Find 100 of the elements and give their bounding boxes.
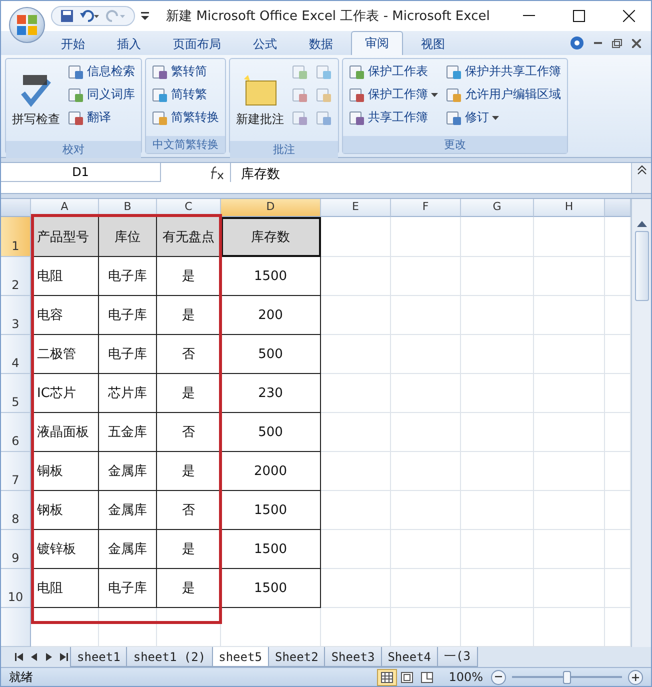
row-header[interactable]: 1	[1, 217, 31, 258]
ribbon-large-button[interactable]: 拼写检查	[10, 61, 62, 139]
ribbon-button[interactable]: 保护工作簿	[347, 84, 440, 105]
sheet-tab[interactable]: sheet5	[212, 647, 269, 668]
maximize-icon[interactable]	[573, 10, 585, 22]
first-sheet-icon[interactable]	[14, 653, 22, 662]
ribbon-button[interactable]: 繁转简	[150, 61, 221, 82]
ribbon-tab[interactable]: 开始	[47, 33, 99, 55]
ribbon-icon	[446, 110, 462, 126]
sheet-tab[interactable]: Sheet4	[380, 647, 438, 668]
zoom-out-button[interactable]	[491, 670, 506, 685]
row-header[interactable]: 9	[1, 530, 31, 570]
row-header[interactable]: 10	[1, 569, 31, 608]
sheet-tab[interactable]: sheet1 (2)	[126, 647, 213, 668]
save-icon[interactable]	[60, 9, 74, 23]
last-sheet-icon[interactable]	[60, 653, 68, 662]
sheet-tab[interactable]: 一(3	[437, 647, 478, 668]
empty-cell	[391, 257, 461, 296]
column-header[interactable]: H	[534, 199, 605, 218]
table-cell: 五金库	[99, 413, 157, 452]
ribbon-tab[interactable]: 视图	[407, 33, 459, 55]
empty-cell	[534, 217, 605, 258]
ribbon-button[interactable]: 修订	[444, 107, 563, 128]
table-cell: 2000	[221, 452, 321, 492]
row-header[interactable]: 5	[1, 374, 31, 414]
table-cell: 库位	[99, 217, 157, 258]
sheet-tab[interactable]: Sheet2	[268, 647, 326, 668]
sheet-tab[interactable]: sheet1	[70, 647, 128, 668]
ribbon-icon	[446, 64, 462, 80]
close-icon[interactable]	[632, 38, 641, 48]
ribbon-button[interactable]: 翻译	[66, 107, 137, 128]
ribbon-icon	[316, 86, 332, 102]
empty-cell	[534, 530, 605, 570]
empty-cell	[534, 374, 605, 414]
ribbon-icon	[152, 86, 168, 102]
empty-cell	[534, 335, 605, 374]
formula-field[interactable]: 库存数	[231, 163, 631, 194]
sheet-tab[interactable]: Sheet3	[324, 647, 382, 668]
ribbon-icon	[152, 110, 168, 126]
zoom-level: 100%	[448, 670, 483, 684]
table-cell: 镀锌板	[31, 530, 99, 570]
empty-cell	[391, 530, 461, 570]
group-label: 批注	[230, 141, 338, 158]
ribbon-icon	[292, 64, 308, 80]
empty-cell	[534, 491, 605, 530]
zoom-slider-thumb[interactable]	[563, 670, 571, 684]
row-header[interactable]: 2	[1, 257, 31, 296]
restore-icon[interactable]	[612, 38, 622, 48]
previous-sheet-icon[interactable]	[30, 653, 36, 662]
collapse-icon[interactable]	[636, 165, 646, 175]
office-logo-icon	[16, 14, 38, 36]
row-header[interactable]: 4	[1, 335, 31, 374]
customize-toolbar-icon[interactable]	[141, 11, 149, 21]
ribbon-tab[interactable]: 页面布局	[159, 33, 235, 55]
ribbon-button[interactable]: 信息检索	[66, 61, 137, 82]
row-header[interactable]: 3	[1, 296, 31, 336]
ribbon-button[interactable]: 允许用户编辑区域	[444, 84, 563, 105]
ribbon-button[interactable]: 简转繁	[150, 84, 221, 105]
zoom-in-button[interactable]	[628, 670, 643, 685]
next-sheet-icon[interactable]	[46, 653, 52, 662]
row-header[interactable]: 8	[1, 491, 31, 530]
column-header[interactable]: D	[221, 199, 321, 218]
table-cell: 电子库	[99, 257, 157, 296]
ribbon-button[interactable]: 简繁转换	[150, 107, 221, 128]
undo-icon[interactable]	[80, 9, 100, 23]
empty-cell	[391, 296, 461, 336]
table-cell: 电子库	[99, 569, 157, 608]
ribbon-button[interactable]: 保护工作表	[347, 61, 440, 82]
scroll-up-icon[interactable]	[636, 221, 646, 228]
ribbon-icon	[292, 110, 308, 126]
ribbon-button[interactable]: 共享工作簿	[347, 107, 440, 128]
empty-cell	[534, 257, 605, 296]
function-icon[interactable]	[208, 166, 224, 180]
ribbon-tab[interactable]: 插入	[103, 33, 155, 55]
ribbon-icon	[68, 86, 84, 102]
ribbon-tab[interactable]: 公式	[239, 33, 291, 55]
name-box[interactable]: D1	[1, 163, 161, 182]
table-cell: 电阻	[31, 569, 99, 608]
empty-cell	[391, 374, 461, 414]
table-cell: 钢板	[31, 491, 99, 530]
empty-cell	[391, 491, 461, 530]
column-header[interactable]: F	[391, 199, 461, 218]
ribbon-tab[interactable]: 审阅	[351, 31, 403, 55]
empty-cell	[534, 413, 605, 452]
ribbon-large-button[interactable]: 新建批注	[234, 61, 286, 139]
office-button[interactable]	[9, 7, 45, 43]
row-header[interactable]: 7	[1, 452, 31, 492]
column-header[interactable]: G	[461, 199, 534, 218]
close-icon[interactable]	[623, 10, 635, 22]
row-header[interactable]: 6	[1, 413, 31, 452]
plus-icon	[632, 674, 639, 681]
column-header[interactable]: E	[321, 199, 391, 218]
scrollbar-thumb[interactable]	[634, 231, 648, 302]
normal-view-button[interactable]	[376, 668, 397, 686]
help-icon[interactable]	[570, 36, 584, 50]
ribbon-button[interactable]: 同义词库	[66, 84, 137, 105]
ribbon-button[interactable]: 保护并共享工作簿	[444, 61, 563, 82]
ribbon-tab[interactable]: 数据	[295, 33, 347, 55]
ribbon-icon	[316, 64, 332, 80]
minimize-icon[interactable]	[523, 15, 535, 17]
